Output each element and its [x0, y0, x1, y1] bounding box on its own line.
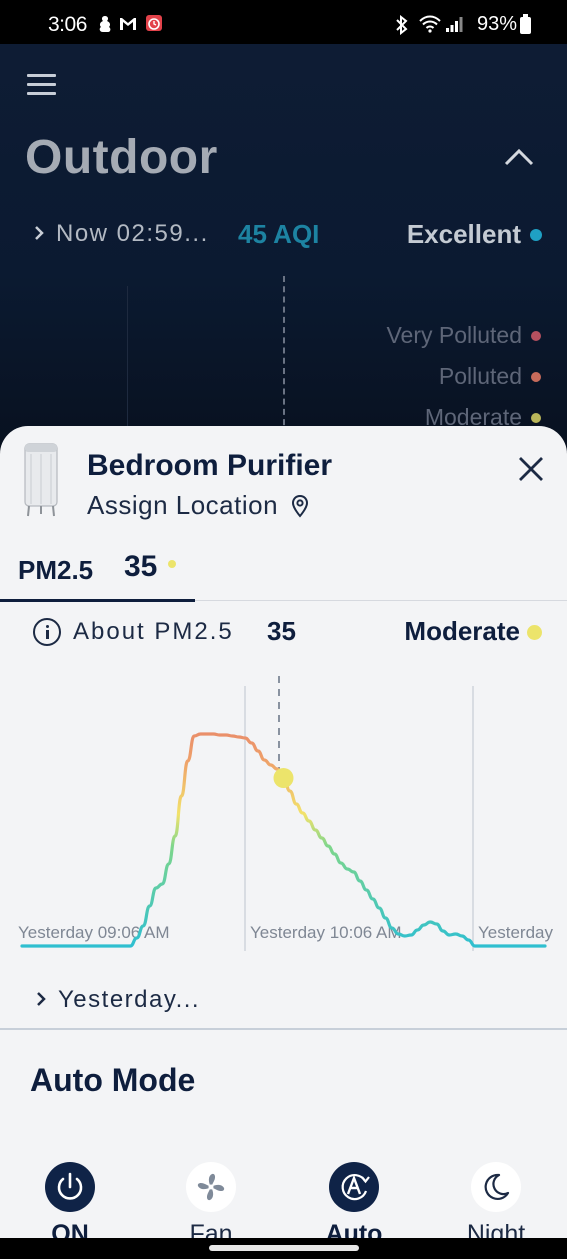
device-sheet: Bedroom Purifier Assign Location PM2.5 3… [0, 426, 567, 1238]
outdoor-aqi: 45 AQI [238, 219, 320, 249]
highlight-point [273, 768, 294, 788]
outdoor-rating: Excellent [406, 219, 521, 249]
auto-icon [341, 1174, 370, 1201]
legend-very-polluted: Very Polluted [386, 322, 522, 348]
rating-dot [530, 229, 542, 241]
alarm-notification-icon [146, 15, 162, 31]
tab-value: 35 [124, 550, 158, 583]
fan-icon [197, 1173, 225, 1201]
time-range-selector[interactable]: Yesterday... [36, 986, 200, 1014]
power-button[interactable]: ON [20, 1162, 120, 1238]
tab-status-dot [168, 560, 176, 568]
gmail-icon [120, 18, 136, 30]
about-value: 35 [267, 616, 296, 646]
info-icon[interactable] [33, 618, 61, 646]
auto-button[interactable]: Auto [304, 1162, 404, 1238]
close-icon[interactable] [516, 454, 546, 484]
x-axis-label: Yesterday 09:06 AM [18, 923, 170, 942]
home-gesture-pill[interactable] [209, 1245, 359, 1251]
legend-dot-very-polluted [531, 331, 541, 341]
battery-percent: 93% [476, 13, 517, 35]
fan-speed-label: Fan speed [189, 1220, 233, 1238]
device-name: Bedroom Purifier [87, 449, 333, 482]
power-label: ON [51, 1220, 89, 1238]
night-label: Night [466, 1220, 526, 1238]
assign-location-link[interactable]: Assign Location [87, 490, 278, 521]
tab-pm25[interactable]: PM2.5 35 [0, 546, 195, 602]
chevron-up-icon[interactable] [503, 147, 535, 167]
outdoor-panel: Outdoor Now 02:59... 45 AQI Excellent Ve… [0, 44, 567, 466]
auto-circle [329, 1162, 379, 1212]
fan-speed-button[interactable]: Fan speed [161, 1162, 261, 1238]
chevron-right-icon [35, 226, 44, 240]
x-axis-label: Yesterday 10:06 AM [250, 923, 402, 942]
purifier-device-image [24, 443, 58, 517]
bluetooth-icon [396, 15, 408, 35]
fan-speed-circle [186, 1162, 236, 1212]
tab-label: PM2.5 [18, 555, 94, 585]
series-line [20, 732, 547, 948]
pm25-rating-dot [527, 625, 542, 640]
status-bar: 3:06 93% [0, 0, 567, 44]
status-time: 3:06 [48, 13, 87, 36]
app-notification-icon [99, 16, 111, 32]
menu-icon[interactable] [27, 74, 56, 96]
auto-label: Auto [325, 1220, 383, 1238]
section-divider [0, 1028, 567, 1030]
night-circle [471, 1162, 521, 1212]
pm25-chart[interactable]: Yesterday 09:06 AM Yesterday 10:06 AM Yest… [0, 666, 567, 966]
now-time-selector[interactable]: Now 02:59... [34, 220, 209, 248]
pm25-rating: Moderate [404, 616, 520, 646]
power-icon [57, 1172, 83, 1200]
legend-dot-moderate [531, 413, 541, 423]
about-label: About PM2.5 [73, 618, 234, 645]
x-axis-label: Yesterday [478, 923, 553, 942]
mode-title: Auto Mode [30, 1062, 196, 1098]
legend-polluted: Polluted [438, 363, 522, 389]
chevron-right-icon [37, 992, 46, 1006]
battery-icon [520, 14, 531, 34]
outdoor-title: Outdoor [25, 131, 218, 184]
system-nav-bar [0, 1238, 567, 1259]
moon-icon [484, 1173, 510, 1200]
range-label: Yesterday... [58, 986, 201, 1013]
now-label: Now 02:59... [56, 220, 209, 247]
wifi-icon [419, 15, 441, 33]
location-pin-icon[interactable] [291, 494, 309, 518]
signal-icon [446, 17, 463, 32]
legend-dot-polluted [531, 372, 541, 382]
night-button[interactable]: Night [446, 1162, 546, 1238]
power-circle [45, 1162, 95, 1212]
